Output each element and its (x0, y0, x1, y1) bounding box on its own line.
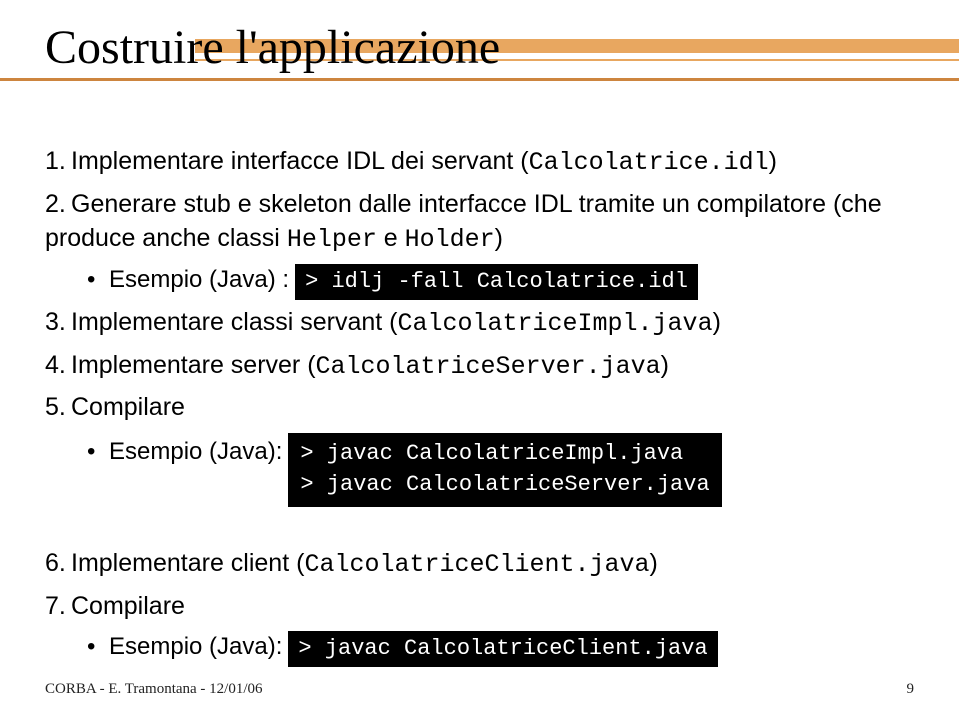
content-list: 1.Implementare interfacce IDL dei servan… (45, 145, 914, 667)
bullet-icon: • (87, 264, 109, 296)
code-text: CalcolatriceClient.java (304, 550, 649, 579)
code-block: > javac CalcolatriceImpl.java > javac Ca… (288, 433, 721, 507)
list-item: 1.Implementare interfacce IDL dei servan… (45, 145, 914, 180)
footer-page-number: 9 (907, 681, 915, 698)
code-text: Holder (405, 225, 495, 254)
code-text: CalcolatriceImpl.java (398, 309, 713, 338)
list-item: 7.Compilare (45, 590, 914, 624)
list-subitem: • Esempio (Java) : > idlj -fall Calcolat… (87, 264, 914, 300)
spacer (45, 513, 914, 547)
bullet-icon: • (87, 631, 109, 663)
item-number: 4. (45, 349, 71, 383)
item-text: e (377, 224, 405, 252)
code-block: > idlj -fall Calcolatrice.idl (295, 264, 698, 300)
item-number: 7. (45, 590, 71, 624)
item-text: Implementare client ( (71, 549, 304, 577)
code-block: > javac CalcolatriceClient.java (288, 631, 717, 667)
item-number: 2. (45, 188, 71, 222)
item-text: Implementare server ( (71, 351, 316, 379)
code-text: Helper (287, 225, 377, 254)
code-text: CalcolatriceServer.java (316, 352, 661, 381)
item-number: 5. (45, 391, 71, 425)
subitem-label: Esempio (Java): (109, 436, 282, 468)
title-block: Costruire l'applicazione (45, 20, 914, 75)
list-item: 6.Implementare client (CalcolatriceClien… (45, 547, 914, 582)
item-text: Compilare (71, 393, 185, 421)
item-number: 3. (45, 306, 71, 340)
list-item: 3.Implementare classi servant (Calcolatr… (45, 306, 914, 341)
list-item: 5.Compilare (45, 391, 914, 425)
item-text: Compilare (71, 592, 185, 620)
item-text: ) (769, 147, 777, 175)
code-text: Calcolatrice.idl (529, 148, 769, 177)
subitem-label: Esempio (Java): (109, 631, 282, 663)
item-text: Implementare classi servant ( (71, 308, 398, 336)
subitem-label: Esempio (Java) : (109, 264, 289, 296)
list-subitem: • Esempio (Java): > javac CalcolatriceIm… (87, 433, 914, 507)
footer-left: CORBA - E. Tramontana - 12/01/06 (45, 681, 263, 698)
item-text: ) (661, 351, 669, 379)
bullet-icon: • (87, 436, 109, 468)
item-text: ) (495, 224, 503, 252)
list-subitem: • Esempio (Java): > javac CalcolatriceCl… (87, 631, 914, 667)
item-text: ) (650, 549, 658, 577)
page-title: Costruire l'applicazione (45, 20, 914, 75)
title-underline (0, 78, 959, 81)
item-number: 1. (45, 145, 71, 179)
item-text: ) (713, 308, 721, 336)
list-item: 2.Generare stub e skeleton dalle interfa… (45, 188, 914, 257)
item-number: 6. (45, 547, 71, 581)
item-text: Implementare interfacce IDL dei servant … (71, 147, 529, 175)
list-item: 4.Implementare server (CalcolatriceServe… (45, 349, 914, 384)
footer: CORBA - E. Tramontana - 12/01/06 9 (45, 681, 914, 698)
